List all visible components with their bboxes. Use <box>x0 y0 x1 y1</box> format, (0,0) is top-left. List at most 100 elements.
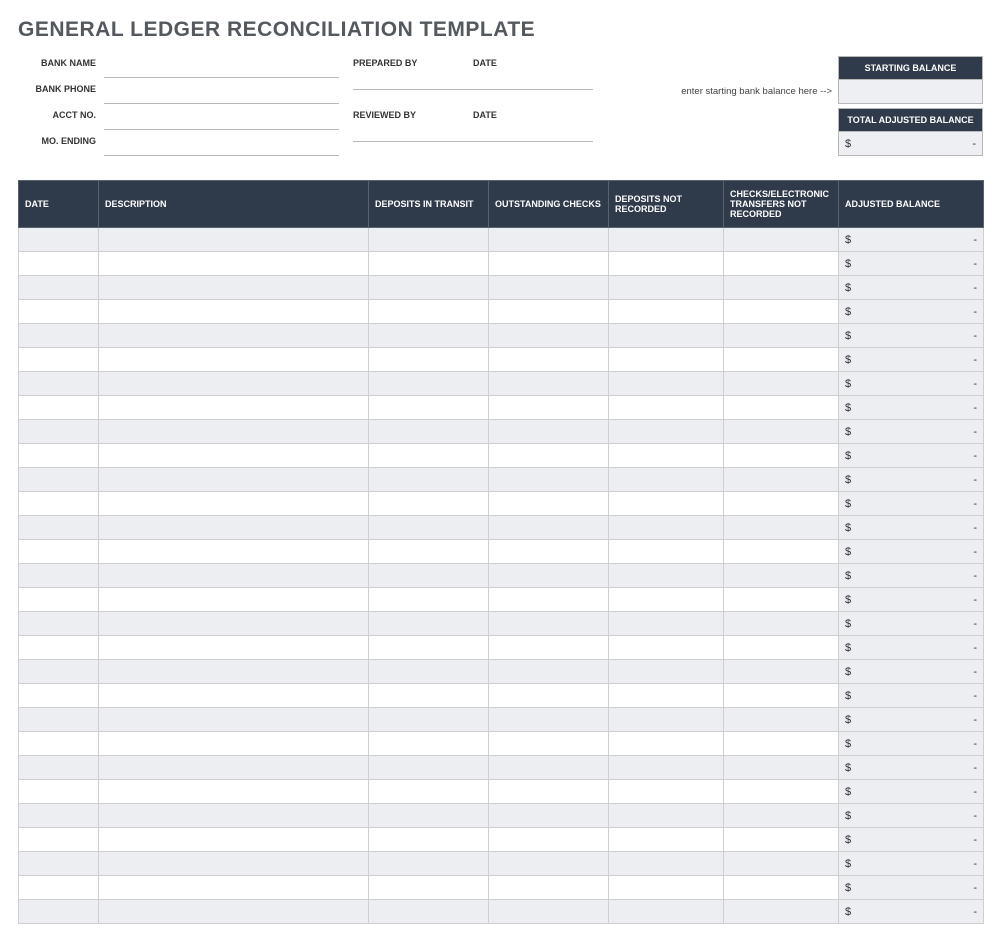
checks-not-recorded-cell[interactable] <box>724 828 839 852</box>
date-cell[interactable] <box>19 612 99 636</box>
deposits-in-transit-cell[interactable] <box>369 516 489 540</box>
deposits-not-recorded-cell[interactable] <box>609 828 724 852</box>
deposits-in-transit-cell[interactable] <box>369 660 489 684</box>
outstanding-checks-cell[interactable] <box>489 348 609 372</box>
outstanding-checks-cell[interactable] <box>489 828 609 852</box>
date-cell[interactable] <box>19 636 99 660</box>
outstanding-checks-cell[interactable] <box>489 324 609 348</box>
deposits-in-transit-cell[interactable] <box>369 900 489 924</box>
outstanding-checks-cell[interactable] <box>489 780 609 804</box>
deposits-not-recorded-cell[interactable] <box>609 588 724 612</box>
description-cell[interactable] <box>99 780 369 804</box>
description-cell[interactable] <box>99 540 369 564</box>
deposits-not-recorded-cell[interactable] <box>609 636 724 660</box>
outstanding-checks-cell[interactable] <box>489 804 609 828</box>
checks-not-recorded-cell[interactable] <box>724 660 839 684</box>
deposits-not-recorded-cell[interactable] <box>609 804 724 828</box>
description-cell[interactable] <box>99 372 369 396</box>
deposits-not-recorded-cell[interactable] <box>609 468 724 492</box>
outstanding-checks-cell[interactable] <box>489 612 609 636</box>
date-cell[interactable] <box>19 684 99 708</box>
checks-not-recorded-cell[interactable] <box>724 780 839 804</box>
deposits-not-recorded-cell[interactable] <box>609 684 724 708</box>
description-cell[interactable] <box>99 252 369 276</box>
checks-not-recorded-cell[interactable] <box>724 852 839 876</box>
description-cell[interactable] <box>99 348 369 372</box>
mo-ending-field[interactable] <box>104 134 339 156</box>
date-cell[interactable] <box>19 804 99 828</box>
outstanding-checks-cell[interactable] <box>489 588 609 612</box>
description-cell[interactable] <box>99 492 369 516</box>
checks-not-recorded-cell[interactable] <box>724 684 839 708</box>
deposits-in-transit-cell[interactable] <box>369 228 489 252</box>
description-cell[interactable] <box>99 396 369 420</box>
checks-not-recorded-cell[interactable] <box>724 540 839 564</box>
description-cell[interactable] <box>99 276 369 300</box>
deposits-not-recorded-cell[interactable] <box>609 660 724 684</box>
deposits-in-transit-cell[interactable] <box>369 612 489 636</box>
outstanding-checks-cell[interactable] <box>489 756 609 780</box>
outstanding-checks-cell[interactable] <box>489 900 609 924</box>
deposits-not-recorded-cell[interactable] <box>609 564 724 588</box>
outstanding-checks-cell[interactable] <box>489 252 609 276</box>
deposits-not-recorded-cell[interactable] <box>609 228 724 252</box>
bank-name-field[interactable] <box>104 56 339 78</box>
date-cell[interactable] <box>19 828 99 852</box>
deposits-not-recorded-cell[interactable] <box>609 540 724 564</box>
date-cell[interactable] <box>19 540 99 564</box>
deposits-in-transit-cell[interactable] <box>369 540 489 564</box>
deposits-not-recorded-cell[interactable] <box>609 420 724 444</box>
date-cell[interactable] <box>19 492 99 516</box>
checks-not-recorded-cell[interactable] <box>724 900 839 924</box>
checks-not-recorded-cell[interactable] <box>724 804 839 828</box>
date-cell[interactable] <box>19 252 99 276</box>
description-cell[interactable] <box>99 300 369 324</box>
checks-not-recorded-cell[interactable] <box>724 516 839 540</box>
date-cell[interactable] <box>19 420 99 444</box>
deposits-in-transit-cell[interactable] <box>369 876 489 900</box>
checks-not-recorded-cell[interactable] <box>724 396 839 420</box>
outstanding-checks-cell[interactable] <box>489 732 609 756</box>
acct-no-field[interactable] <box>104 108 339 130</box>
deposits-in-transit-cell[interactable] <box>369 348 489 372</box>
deposits-in-transit-cell[interactable] <box>369 732 489 756</box>
checks-not-recorded-cell[interactable] <box>724 228 839 252</box>
checks-not-recorded-cell[interactable] <box>724 420 839 444</box>
checks-not-recorded-cell[interactable] <box>724 348 839 372</box>
date-cell[interactable] <box>19 588 99 612</box>
date-cell[interactable] <box>19 324 99 348</box>
checks-not-recorded-cell[interactable] <box>724 756 839 780</box>
description-cell[interactable] <box>99 756 369 780</box>
deposits-in-transit-cell[interactable] <box>369 852 489 876</box>
date-cell[interactable] <box>19 276 99 300</box>
checks-not-recorded-cell[interactable] <box>724 372 839 396</box>
description-cell[interactable] <box>99 228 369 252</box>
checks-not-recorded-cell[interactable] <box>724 276 839 300</box>
date-cell[interactable] <box>19 564 99 588</box>
date-cell[interactable] <box>19 876 99 900</box>
deposits-in-transit-cell[interactable] <box>369 492 489 516</box>
deposits-in-transit-cell[interactable] <box>369 708 489 732</box>
deposits-in-transit-cell[interactable] <box>369 396 489 420</box>
outstanding-checks-cell[interactable] <box>489 228 609 252</box>
deposits-not-recorded-cell[interactable] <box>609 348 724 372</box>
outstanding-checks-cell[interactable] <box>489 516 609 540</box>
date-cell[interactable] <box>19 300 99 324</box>
description-cell[interactable] <box>99 660 369 684</box>
description-cell[interactable] <box>99 468 369 492</box>
deposits-not-recorded-cell[interactable] <box>609 300 724 324</box>
deposits-in-transit-cell[interactable] <box>369 444 489 468</box>
date-cell[interactable] <box>19 348 99 372</box>
deposits-not-recorded-cell[interactable] <box>609 516 724 540</box>
description-cell[interactable] <box>99 876 369 900</box>
reviewed-by-field[interactable] <box>353 120 473 142</box>
description-cell[interactable] <box>99 588 369 612</box>
deposits-in-transit-cell[interactable] <box>369 372 489 396</box>
outstanding-checks-cell[interactable] <box>489 396 609 420</box>
outstanding-checks-cell[interactable] <box>489 852 609 876</box>
date-cell[interactable] <box>19 756 99 780</box>
description-cell[interactable] <box>99 564 369 588</box>
checks-not-recorded-cell[interactable] <box>724 444 839 468</box>
checks-not-recorded-cell[interactable] <box>724 588 839 612</box>
checks-not-recorded-cell[interactable] <box>724 636 839 660</box>
